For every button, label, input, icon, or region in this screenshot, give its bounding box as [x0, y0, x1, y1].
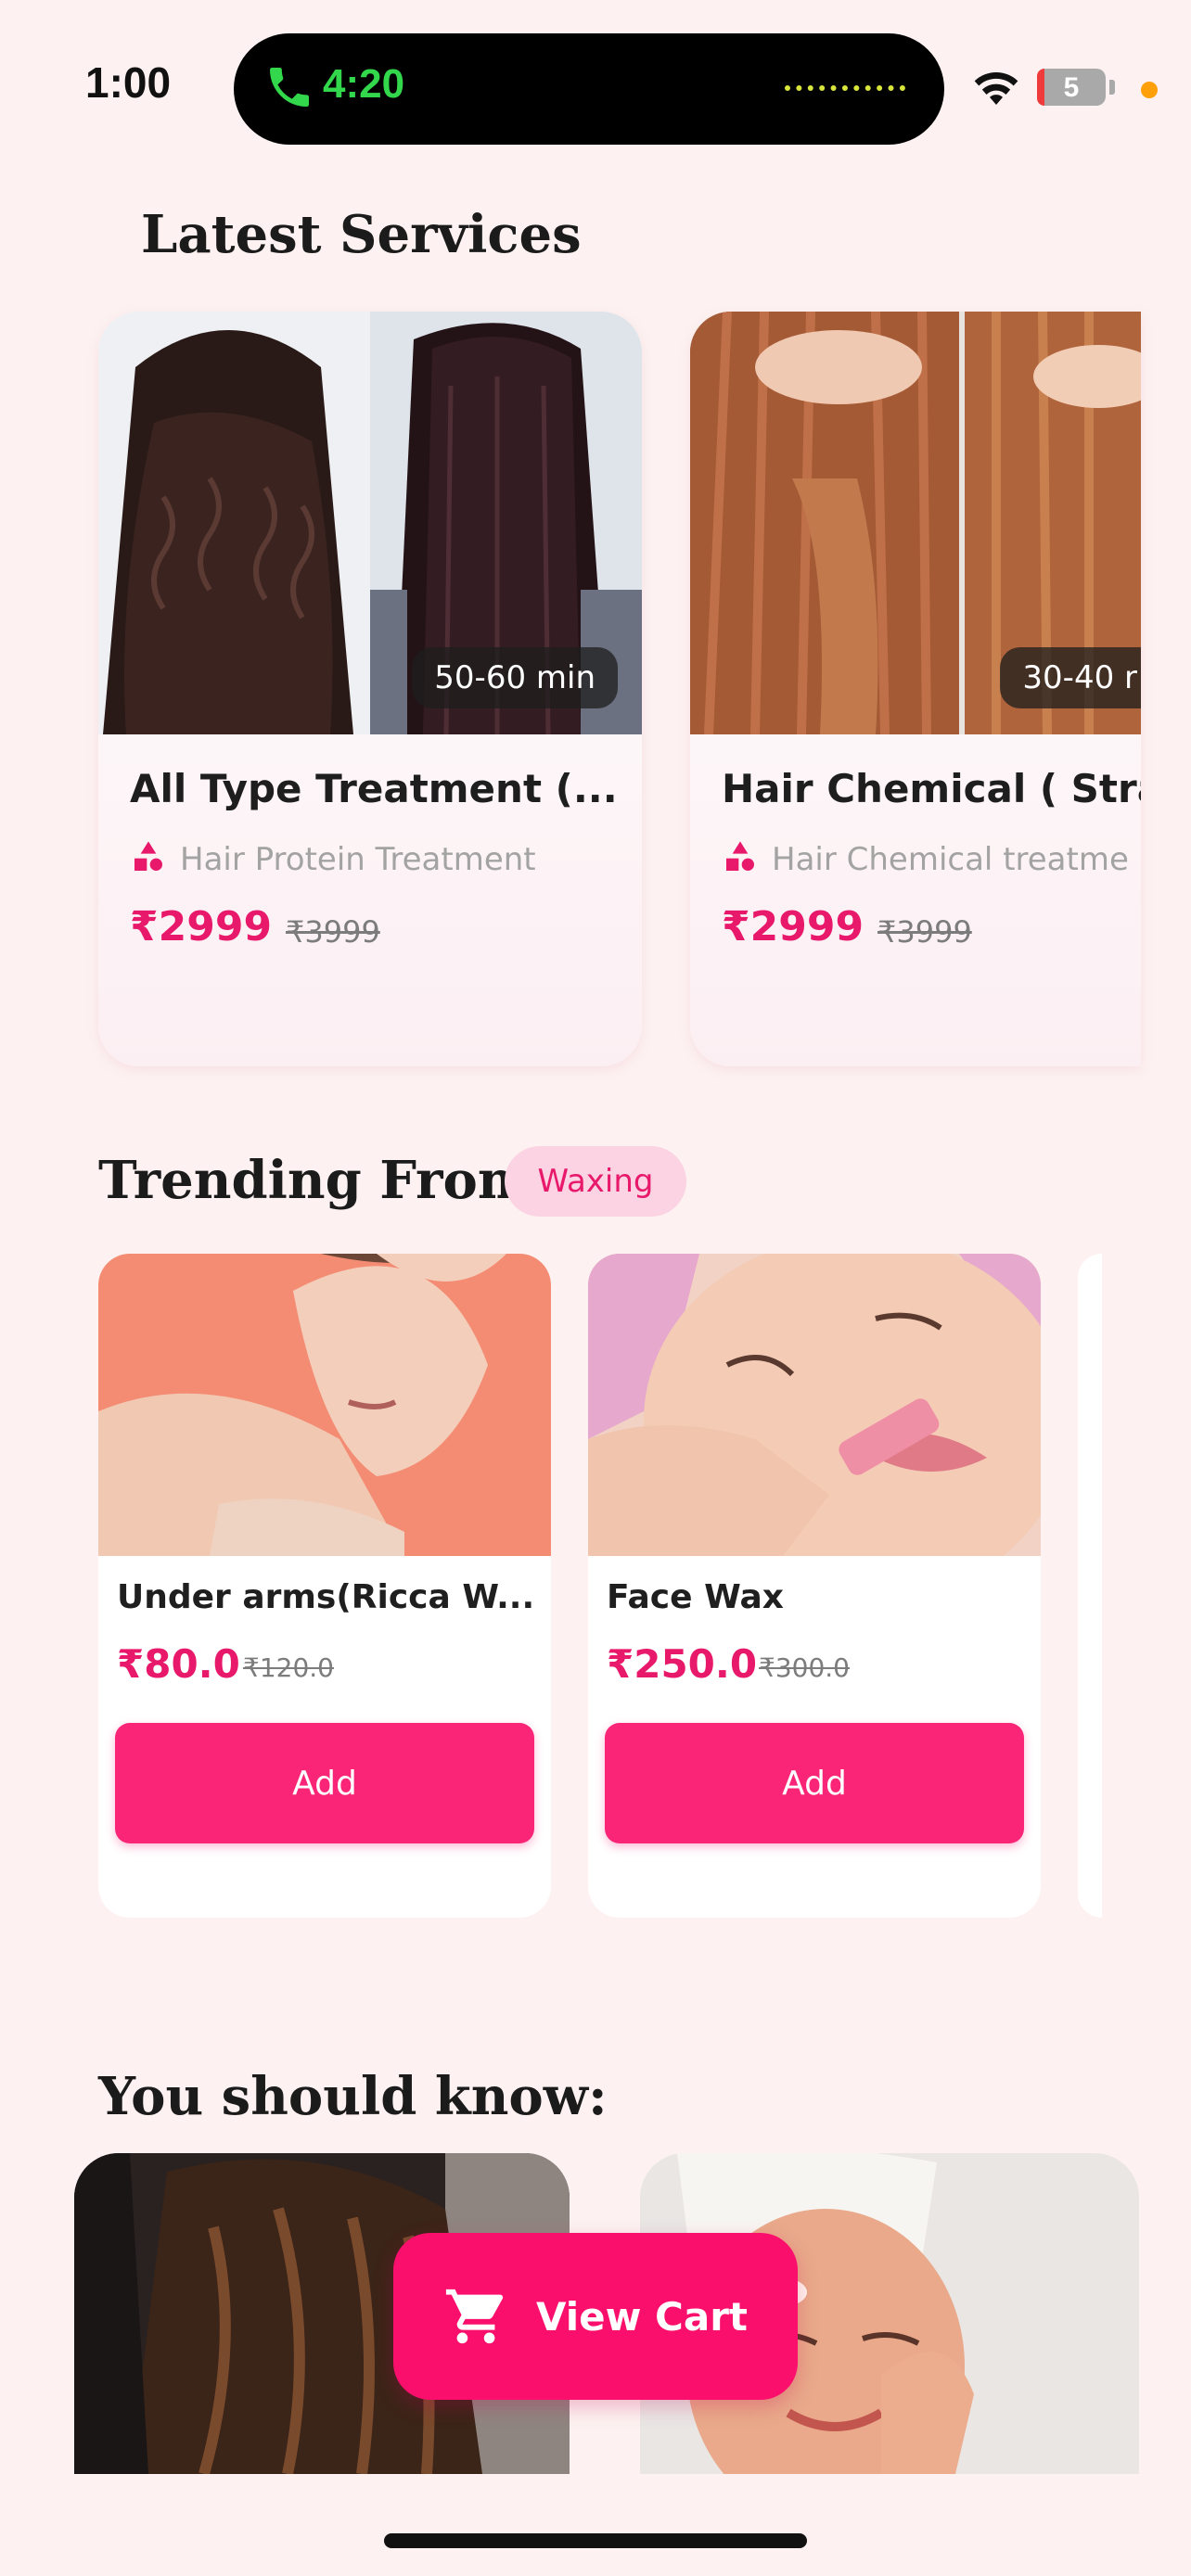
- latest-services-heading: Latest Services: [141, 204, 582, 265]
- item-price: ₹80.0: [117, 1641, 240, 1687]
- service-category: Hair Protein Treatment: [180, 841, 536, 878]
- item-title: Face Wax: [607, 1578, 785, 1616]
- service-category: Hair Chemical treatme: [772, 841, 1129, 878]
- item-title: Under arms(Ricca W...: [117, 1578, 535, 1616]
- shapes-icon: [134, 841, 162, 871]
- service-title: All Type Treatment (...: [130, 766, 618, 811]
- duration-badge: 50-60 min: [412, 647, 618, 708]
- privacy-indicator-dot: [1141, 82, 1158, 98]
- home-indicator[interactable]: [384, 2533, 807, 2548]
- item-price: ₹250.0: [607, 1641, 758, 1687]
- status-time: 1:00: [85, 58, 172, 107]
- wifi-icon: [974, 72, 1018, 105]
- service-card[interactable]: 50-60 min All Type Treatment (... Hair P…: [98, 312, 642, 1066]
- product-image: [588, 1254, 1041, 1556]
- shapes-icon: [726, 841, 754, 871]
- dynamic-island[interactable]: 4:20: [234, 33, 944, 145]
- trending-heading: Trending From!: [98, 1150, 556, 1211]
- view-cart-label: View Cart: [535, 2293, 749, 2340]
- phone-icon: [270, 68, 309, 107]
- service-title: Hair Chemical ( Strai: [722, 766, 1141, 811]
- trending-item-card-partial[interactable]: [1078, 1254, 1102, 1918]
- audio-waveform-icon: [785, 85, 905, 98]
- battery-icon: 5: [1037, 69, 1106, 106]
- add-button[interactable]: Add: [115, 1723, 534, 1843]
- know-heading: You should know:: [98, 2066, 608, 2127]
- service-card[interactable]: 30-40 r Hair Chemical ( Strai Hair Chemi…: [690, 312, 1141, 1066]
- service-price: ₹2999: [722, 903, 864, 950]
- service-price: ₹2999: [130, 903, 273, 950]
- trending-item-card[interactable]: Under arms(Ricca W... ₹80.0 ₹120.0 Add: [98, 1254, 551, 1918]
- add-button[interactable]: Add: [605, 1723, 1024, 1843]
- view-cart-button[interactable]: View Cart: [393, 2233, 798, 2400]
- service-original-price: ₹3999: [286, 914, 380, 950]
- duration-badge: 30-40 r: [1000, 647, 1141, 708]
- item-original-price: ₹300.0: [759, 1652, 850, 1683]
- item-original-price: ₹120.0: [243, 1652, 334, 1683]
- trending-item-card[interactable]: Face Wax ₹250.0 ₹300.0 Add: [588, 1254, 1041, 1918]
- call-duration: 4:20: [323, 61, 405, 107]
- category-tag[interactable]: Waxing: [505, 1146, 686, 1217]
- product-image: [98, 1254, 551, 1556]
- cart-icon: [445, 2289, 504, 2344]
- battery-level: 5: [1063, 72, 1080, 103]
- service-original-price: ₹3999: [877, 914, 972, 950]
